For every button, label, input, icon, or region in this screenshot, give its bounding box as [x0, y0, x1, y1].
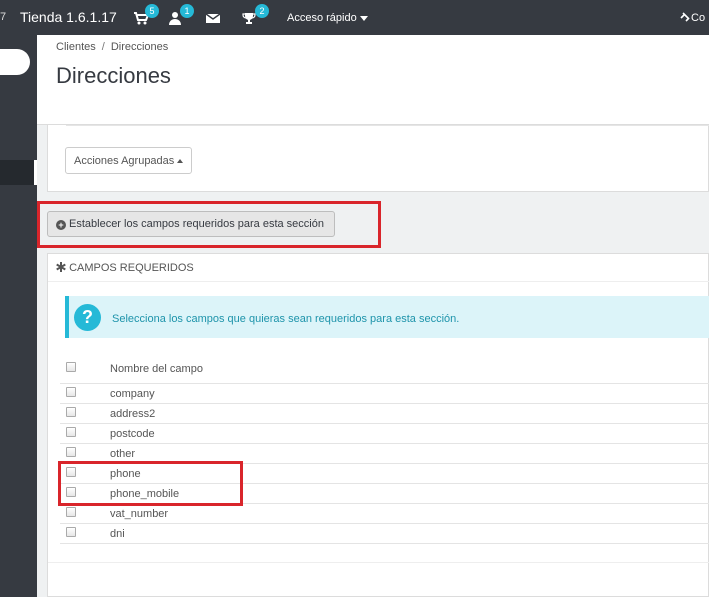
caret-down-icon — [359, 15, 368, 21]
row-divider — [60, 523, 709, 524]
link-icon — [680, 12, 690, 22]
top-right-label: Co — [691, 12, 706, 24]
field-checkbox[interactable] — [66, 447, 76, 457]
page-title: Direcciones — [56, 63, 171, 88]
orders-badge: 5 — [145, 4, 159, 18]
customers-badge: 1 — [180, 4, 194, 18]
breadcrumb-separator: / — [101, 41, 105, 53]
breadcrumb-direcciones[interactable]: Direcciones — [111, 41, 168, 53]
table-row: address2 — [110, 408, 156, 420]
table-row: dni — [110, 528, 125, 540]
breadcrumb-clientes[interactable]: Clientes — [56, 41, 96, 53]
row-divider — [60, 443, 709, 444]
top-navbar: 7 Tienda 1.6.1.17 5 1 2 Acceso rápido Co — [0, 0, 709, 35]
asterisk-icon — [56, 262, 66, 272]
row-divider — [60, 543, 709, 544]
caret-up-icon — [177, 159, 184, 164]
sidebar-active-indicator — [34, 160, 37, 185]
panel-divider — [66, 125, 709, 126]
panel-heading-label: CAMPOS REQUERIDOS — [69, 262, 194, 274]
panel-heading-divider — [48, 281, 709, 282]
table-row: vat_number — [110, 508, 169, 520]
select-all-checkbox[interactable] — [66, 362, 76, 372]
field-checkbox[interactable] — [66, 387, 76, 397]
table-row: company — [110, 388, 155, 400]
breadcrumb: Clientes / Direcciones — [56, 41, 168, 53]
version-fragment: 7 — [0, 11, 7, 23]
row-divider — [60, 403, 709, 404]
left-sidebar — [0, 35, 37, 597]
table-row: postcode — [110, 428, 155, 440]
field-checkbox[interactable] — [66, 507, 76, 517]
envelope-icon[interactable] — [205, 10, 221, 26]
column-header-field-name: Nombre del campo — [110, 363, 203, 375]
highlight-box-phone-fields — [58, 461, 243, 506]
quick-access-label: Acceso rápido — [287, 12, 357, 24]
sidebar-search-input[interactable] — [0, 49, 30, 75]
trophy-badge: 2 — [255, 4, 269, 18]
field-checkbox[interactable] — [66, 527, 76, 537]
table-header-divider — [60, 383, 709, 384]
field-checkbox[interactable] — [66, 407, 76, 417]
page-header: Clientes / Direcciones Direcciones — [37, 35, 709, 125]
row-divider — [60, 423, 709, 424]
sidebar-item-active[interactable] — [0, 160, 37, 185]
bulk-actions-button[interactable]: Acciones Agrupadas — [65, 147, 192, 174]
quick-access-menu[interactable]: Acceso rápido — [287, 12, 368, 24]
shop-name-link[interactable]: Tienda 1.6.1.17 — [20, 9, 117, 25]
panel-footer-divider — [48, 562, 709, 563]
top-right-link[interactable]: Co — [679, 11, 705, 24]
field-checkbox[interactable] — [66, 427, 76, 437]
highlight-box-button — [37, 201, 381, 248]
info-alert-text: Selecciona los campos que quieras sean r… — [112, 313, 460, 325]
bulk-actions-label: Acciones Agrupadas — [74, 155, 175, 167]
panel-heading: CAMPOS REQUERIDOS — [56, 262, 194, 274]
table-row: other — [110, 448, 136, 460]
question-icon: ? — [74, 304, 101, 331]
